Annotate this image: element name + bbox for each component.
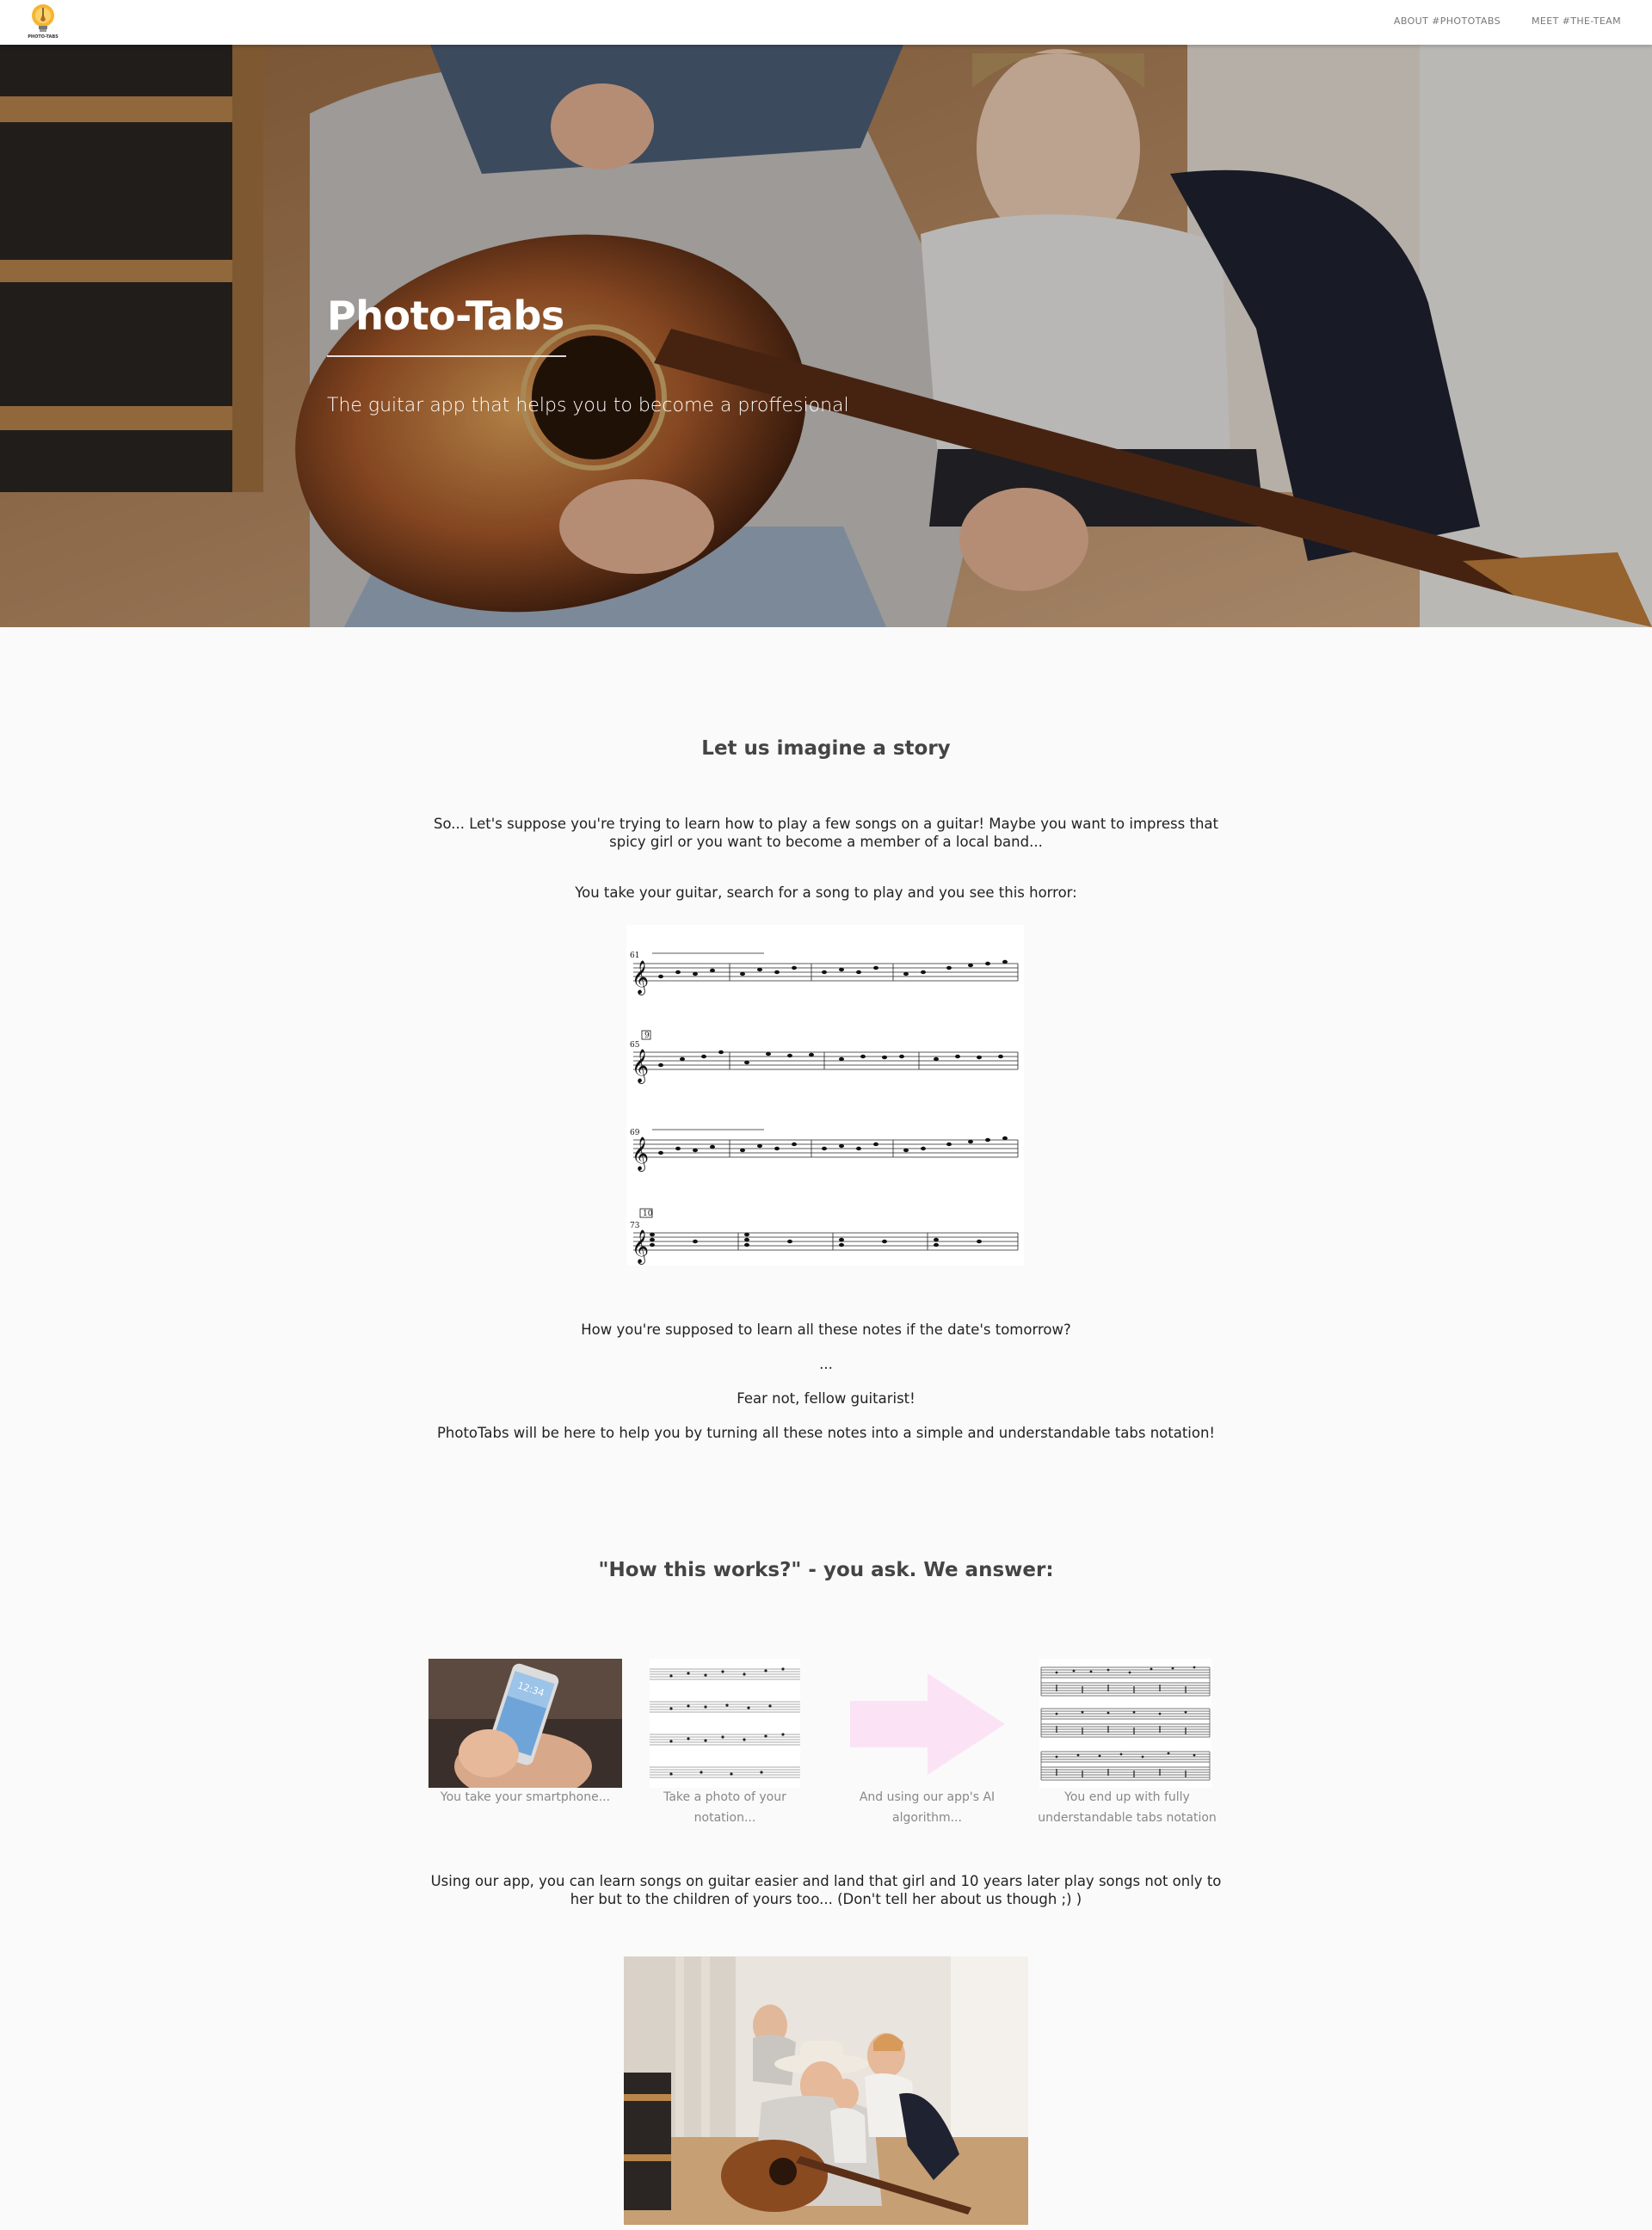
story-paragraph-4: ... bbox=[819, 1356, 833, 1372]
story-paragraph-2: You take your guitar, search for a song … bbox=[575, 884, 1077, 901]
story-paragraph-1: So... Let's suppose you're trying to lea… bbox=[433, 816, 1219, 850]
step-smartphone-photo: 12:34 bbox=[428, 1659, 622, 1788]
measure-number-73: 73 bbox=[630, 1222, 640, 1230]
step-tabs-notation bbox=[1039, 1659, 1211, 1788]
measure-number-61: 61 bbox=[630, 952, 639, 960]
hero-banner: Photo-Tabs The guitar app that helps you… bbox=[0, 45, 1652, 627]
rehearsal-mark-9: 9 bbox=[644, 1032, 650, 1040]
story-paragraph-6: PhotoTabs will be here to help you by tu… bbox=[436, 1425, 1216, 1441]
svg-text:𝄞: 𝄞 bbox=[632, 1049, 649, 1084]
hero-subtitle: The guitar app that helps you to become … bbox=[327, 395, 849, 416]
family-photo bbox=[624, 1956, 1028, 2225]
family-guitar-photo bbox=[624, 1956, 1028, 2225]
hero-title: Photo-Tabs bbox=[327, 293, 564, 339]
logo-text: PHOTO-TABS bbox=[28, 34, 59, 40]
measure-number-65: 65 bbox=[630, 1041, 640, 1050]
smartphone-photo: 12:34 bbox=[428, 1659, 622, 1788]
svg-text:𝄞: 𝄞 bbox=[632, 960, 649, 995]
hero-overlay bbox=[0, 45, 1652, 627]
lightbulb-guitar-icon bbox=[32, 4, 54, 32]
nav-links: ABOUT #PHOTOTABS MEET #THE-TEAM bbox=[1394, 15, 1621, 27]
story-paragraph-3: How you're supposed to learn all these n… bbox=[581, 1321, 1071, 1338]
sheet-music-image: 𝄞 𝄞 𝄞 𝄞 61 65 69 73 9 10 bbox=[626, 925, 1024, 1266]
step-arrow bbox=[850, 1673, 1005, 1775]
nav-about-link[interactable]: ABOUT #PHOTOTABS bbox=[1394, 15, 1501, 27]
sheet-music-score: 𝄞 𝄞 𝄞 𝄞 61 65 69 73 9 10 bbox=[630, 952, 1019, 1265]
step-notation-photo bbox=[650, 1659, 800, 1788]
how-closing-text: Using our app, you can learn songs on gu… bbox=[430, 1873, 1222, 1907]
story-title: Let us imagine a story bbox=[701, 737, 951, 760]
step-2-caption: Take a photo of your notation... bbox=[663, 1790, 786, 1825]
tabs-notation-image bbox=[1040, 1666, 1211, 1781]
step-3-caption: And using our app's AI algorithm... bbox=[859, 1790, 996, 1825]
hero-divider bbox=[327, 355, 566, 357]
measure-number-69: 69 bbox=[630, 1129, 640, 1137]
arrow-right-icon bbox=[850, 1673, 1005, 1775]
story-paragraph-5: Fear not, fellow guitarist! bbox=[737, 1390, 915, 1407]
how-title: "How this works?" - you ask. We answer: bbox=[598, 1559, 1054, 1581]
svg-text:𝄞: 𝄞 bbox=[632, 1229, 649, 1265]
step-4-caption: You end up with fully understandable tab… bbox=[1038, 1790, 1217, 1825]
top-navbar: PHOTO-TABS ABOUT #PHOTOTABS MEET #THE-TE… bbox=[0, 0, 1652, 45]
step-1-caption: You take your smartphone... bbox=[440, 1790, 611, 1804]
rehearsal-mark-10: 10 bbox=[643, 1210, 653, 1218]
photo-tabs-logo[interactable]: PHOTO-TABS bbox=[22, 3, 65, 42]
nav-team-link[interactable]: MEET #THE-TEAM bbox=[1532, 15, 1621, 27]
svg-text:𝄞: 𝄞 bbox=[632, 1137, 649, 1172]
sheet-music-photo bbox=[650, 1667, 800, 1778]
